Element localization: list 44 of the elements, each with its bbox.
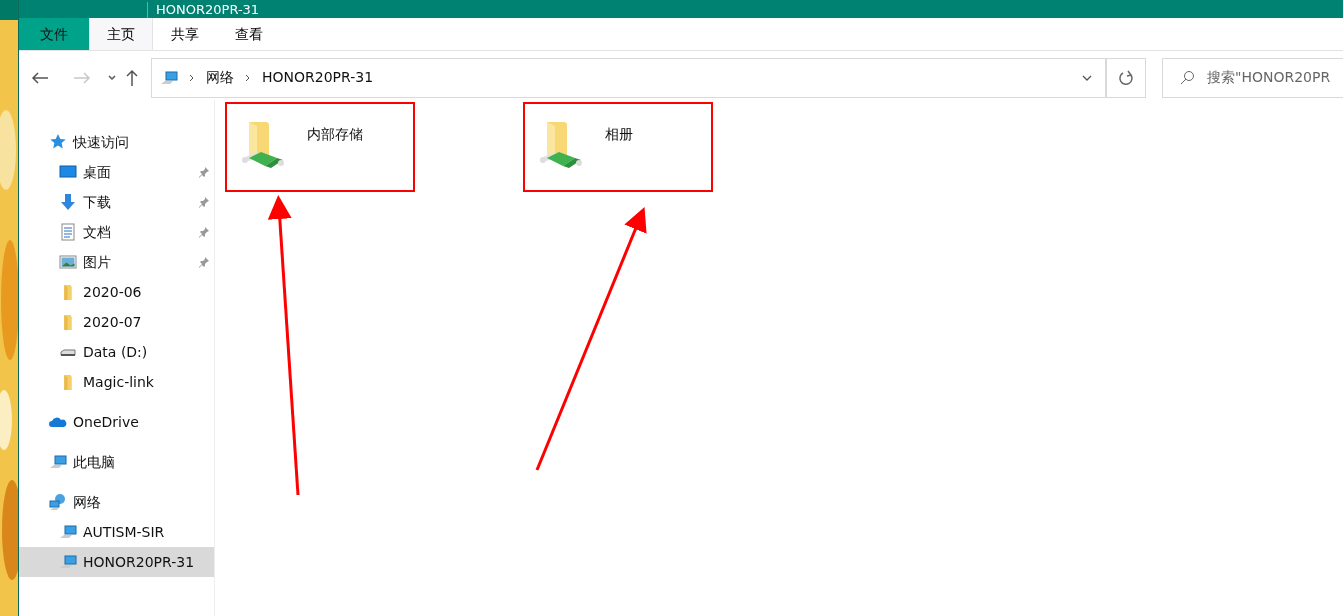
sidebar-item[interactable]: HONOR20PR-31 (19, 547, 214, 577)
breadcrumb[interactable]: 网络 (206, 67, 234, 88)
chevron-down-icon[interactable] (107, 73, 117, 82)
folder-icon (64, 374, 72, 390)
back-arrow-icon[interactable] (31, 70, 49, 85)
ribbon-tab[interactable]: 共享 (153, 18, 217, 50)
refresh-icon (1118, 69, 1134, 86)
computer-icon (59, 553, 77, 571)
network-folder[interactable]: 相册 (523, 102, 713, 192)
sidebar-item[interactable]: 此电脑 (19, 447, 214, 477)
network-folder[interactable]: 内部存储 (225, 102, 415, 192)
computer-icon (59, 523, 77, 541)
network-icon (49, 493, 67, 511)
folder-icon (64, 314, 72, 330)
search-icon (1179, 69, 1195, 86)
sidebar-item[interactable]: 下载 (19, 187, 214, 217)
search-field[interactable]: 搜索"HONOR20PR (1162, 57, 1343, 98)
up-arrow-icon[interactable] (125, 68, 139, 87)
refresh-button[interactable] (1106, 57, 1146, 98)
sidebar-item[interactable]: 2020-06 (19, 277, 214, 307)
document-icon (59, 223, 77, 241)
breadcrumb[interactable]: HONOR20PR-31 (262, 67, 374, 88)
ribbon-tab[interactable]: 查看 (217, 18, 281, 50)
computer-icon (49, 453, 67, 471)
sidebar-item[interactable]: 快速访问 (19, 127, 214, 157)
ribbon-tab[interactable]: 文件 (19, 18, 89, 50)
download-icon (59, 193, 77, 211)
sidebar-item[interactable]: 文档 (19, 217, 214, 247)
sidebar-item[interactable]: 桌面 (19, 157, 214, 187)
sidebar-item[interactable]: 网络 (19, 487, 214, 517)
picture-icon (59, 253, 77, 271)
star-icon (49, 133, 67, 151)
chevron-down-icon[interactable] (1081, 73, 1093, 82)
sidebar-item[interactable]: 2020-07 (19, 307, 214, 337)
sidebar-item[interactable]: Magic-link (19, 367, 214, 397)
computer-icon (160, 68, 178, 87)
address-bar[interactable]: 网络 HONOR20PR-31 (151, 57, 1106, 98)
ribbon-tab[interactable]: 主页 (89, 18, 153, 50)
sidebar-item[interactable]: AUTISM-SIR (19, 517, 214, 547)
folder-icon (64, 284, 72, 300)
monitor-icon (59, 163, 77, 181)
sidebar-item[interactable]: OneDrive (19, 407, 214, 437)
sidebar-item[interactable]: 图片 (19, 247, 214, 277)
sidebar-item[interactable]: Data (D:) (19, 337, 214, 367)
